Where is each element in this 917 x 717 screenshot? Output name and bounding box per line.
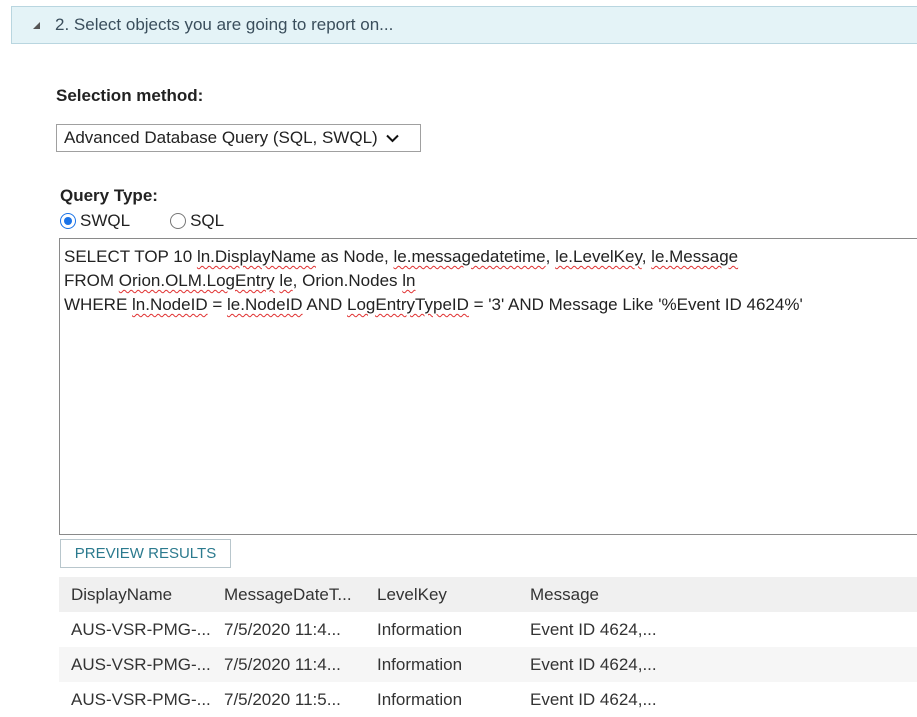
query-line-1: SELECT TOP 10 ln.DisplayName as Node, le… xyxy=(64,245,917,269)
column-header-levelkey[interactable]: LevelKey xyxy=(365,585,518,605)
query-text-misspelled: le.LevelKey xyxy=(555,247,642,266)
table-cell: 7/5/2020 11:4... xyxy=(224,654,341,674)
table-row[interactable]: AUS-VSR-PMG-... 7/5/2020 11:4... Informa… xyxy=(59,647,917,682)
query-text: WHERE xyxy=(64,295,132,314)
column-header-messagedatetime[interactable]: MessageDateT... xyxy=(212,585,365,605)
table-cell: Information xyxy=(377,689,463,709)
query-text: = '3' AND Message Like '%Event ID 4624%' xyxy=(468,295,803,314)
query-text: , Orion.Nodes xyxy=(292,271,403,290)
query-text-misspelled: LogEntryTypeID xyxy=(347,295,469,314)
table-cell: AUS-VSR-PMG-... xyxy=(71,654,211,674)
query-text: as Node, xyxy=(315,247,394,266)
query-text-misspelled: le xyxy=(279,271,293,290)
radio-sql-indicator[interactable] xyxy=(170,213,187,229)
selection-method-label: Selection method: xyxy=(56,86,204,105)
table-cell: AUS-VSR-PMG-... xyxy=(71,689,211,709)
query-type-label: Query Type: xyxy=(60,186,158,205)
radio-sql-label: SQL xyxy=(190,211,225,230)
query-text-misspelled: ln xyxy=(402,271,416,290)
table-cell: Event ID 4624,... xyxy=(530,689,657,709)
query-text: SELECT TOP 10 xyxy=(64,247,197,266)
query-line-3: WHERE ln.NodeID = le.NodeID AND LogEntry… xyxy=(64,293,917,317)
column-header-displayname[interactable]: DisplayName xyxy=(59,585,212,605)
table-cell: Information xyxy=(377,654,463,674)
selection-method-value: Advanced Database Query (SQL, SWQL) xyxy=(64,128,378,147)
table-cell: Information xyxy=(377,619,463,639)
query-text-misspelled: Orion.OLM.LogEntry xyxy=(118,271,275,290)
radio-sql[interactable]: SQL xyxy=(170,211,224,231)
query-textarea[interactable]: SELECT TOP 10 ln.DisplayName as Node, le… xyxy=(59,238,917,535)
table-cell: Event ID 4624,... xyxy=(530,654,657,674)
section-title: 2. Select objects you are going to repor… xyxy=(55,15,394,34)
radio-swql-indicator[interactable] xyxy=(60,213,76,229)
preview-results-button[interactable]: PREVIEW RESULTS xyxy=(60,539,231,568)
query-type-radio-group: SWQL SQL xyxy=(60,211,246,231)
table-cell: 7/5/2020 11:5... xyxy=(224,689,341,709)
query-line-2: FROM Orion.OLM.LogEntry le, Orion.Nodes … xyxy=(64,269,917,293)
query-text: FROM xyxy=(64,271,119,290)
table-cell: AUS-VSR-PMG-... xyxy=(71,619,211,639)
results-table: DisplayName MessageDateT... LevelKey Mes… xyxy=(59,577,917,717)
query-text: = xyxy=(207,295,227,314)
query-text-misspelled: le.NodeID xyxy=(226,295,303,314)
query-text-misspelled: ln.DisplayName xyxy=(196,247,316,266)
chevron-down-icon xyxy=(385,128,399,148)
radio-swql-label: SWQL xyxy=(80,211,131,230)
table-row[interactable]: AUS-VSR-PMG-... 7/5/2020 11:5... Informa… xyxy=(59,682,917,717)
query-text-misspelled: le.messagedatetime xyxy=(393,247,546,266)
collapse-triangle-icon[interactable] xyxy=(33,21,40,29)
table-row[interactable]: AUS-VSR-PMG-... 7/5/2020 11:4... Informa… xyxy=(59,612,917,647)
column-header-message[interactable]: Message xyxy=(518,585,917,605)
table-cell: 7/5/2020 11:4... xyxy=(224,619,341,639)
query-text: , xyxy=(545,247,556,266)
query-text: , xyxy=(641,247,652,266)
radio-swql[interactable]: SWQL xyxy=(60,211,130,231)
selection-method-select[interactable]: Advanced Database Query (SQL, SWQL) xyxy=(56,124,421,152)
table-header-row: DisplayName MessageDateT... LevelKey Mes… xyxy=(59,577,917,612)
query-text-misspelled: ln.NodeID xyxy=(132,295,208,314)
report-section-header[interactable]: 2. Select objects you are going to repor… xyxy=(11,6,917,44)
table-cell: Event ID 4624,... xyxy=(530,619,657,639)
query-text: AND xyxy=(302,295,347,314)
query-text-misspelled: le.Message xyxy=(651,247,739,266)
